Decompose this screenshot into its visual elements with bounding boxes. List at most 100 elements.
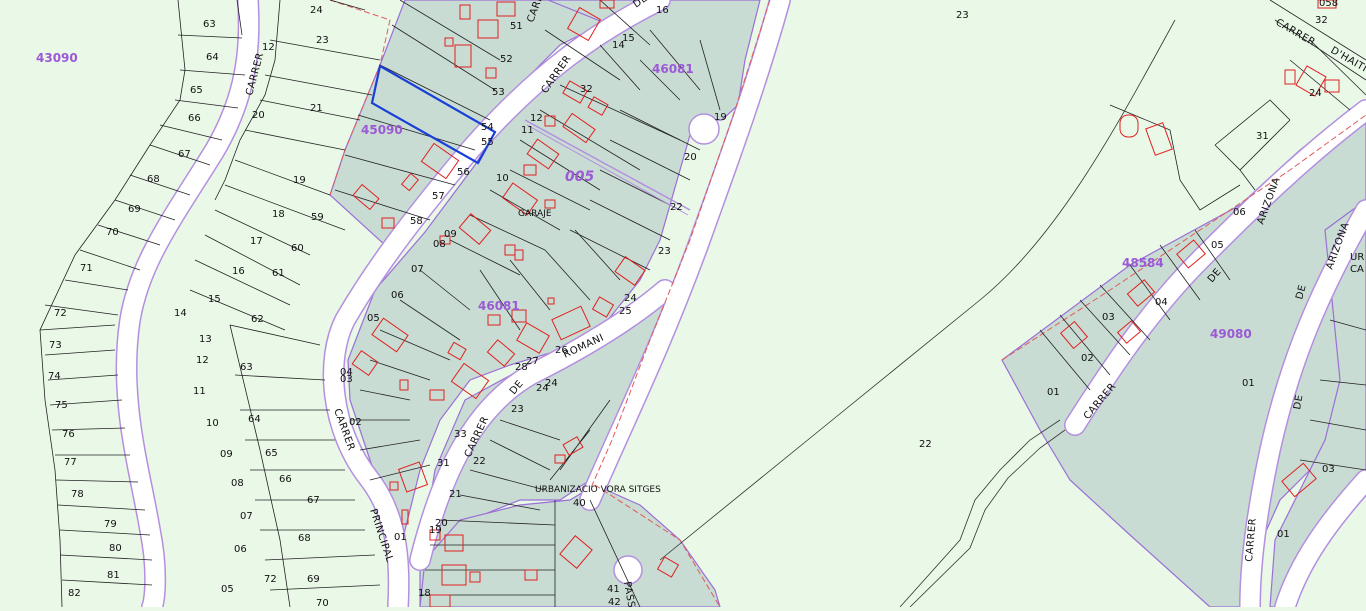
parcel-number: 80 xyxy=(109,543,122,554)
map-canvas[interactable]: 43090 45090 46081 46081 005 48584 49080 … xyxy=(0,0,1366,607)
parcel-number: 09 xyxy=(444,229,457,240)
parcel-number: 53 xyxy=(492,87,505,98)
parcel-number: 07 xyxy=(411,264,424,275)
district-label: 005 xyxy=(565,169,594,185)
parcel-number: 24 xyxy=(310,5,323,16)
parcel-number: 23 xyxy=(658,246,671,257)
parcel-number: 21 xyxy=(449,489,462,500)
street-label: D'HAITI xyxy=(1329,45,1366,75)
parcel-number: 03 xyxy=(1322,464,1335,475)
parcel-number: 65 xyxy=(190,85,203,96)
parcel-number: 70 xyxy=(106,227,119,238)
parcel-number: 76 xyxy=(62,429,75,440)
parcel-number: 13 xyxy=(199,334,212,345)
district-label: 43090 xyxy=(36,51,78,65)
parcel-number: 79 xyxy=(104,519,117,530)
parcel-number: 60 xyxy=(291,243,304,254)
parcel-number: 68 xyxy=(298,533,311,544)
parcel-number: 72 xyxy=(264,574,277,585)
parcel-number: 22 xyxy=(473,456,486,467)
parcel-number: 77 xyxy=(64,457,77,468)
parcel-number: 01 xyxy=(394,532,407,543)
parcel-number: 54 xyxy=(481,122,494,133)
parcel-number: 10 xyxy=(206,418,219,429)
parcel-number: 18 xyxy=(418,588,431,599)
district-label: 46081 xyxy=(652,62,694,76)
parcel-number: 74 xyxy=(48,371,61,382)
parcel-number: 06 xyxy=(1233,207,1246,218)
parcel-number: 51 xyxy=(510,21,523,32)
parcel-number: 20 xyxy=(684,152,697,163)
parcel-number: 31 xyxy=(1256,131,1269,142)
parcel-number: 33 xyxy=(454,429,467,440)
parcel-number: 05 xyxy=(221,584,234,595)
parcel-number: 05 xyxy=(367,313,380,324)
parcel-number: 64 xyxy=(206,52,219,63)
parcel-number: 11 xyxy=(521,125,534,136)
parcel-number: 65 xyxy=(265,448,278,459)
parcel-number: 14 xyxy=(174,308,187,319)
parcel-number: 22 xyxy=(670,202,683,213)
parcel-number: 12 xyxy=(530,113,543,124)
parcel-number: 56 xyxy=(457,167,470,178)
parcel-number: 40 xyxy=(573,498,586,509)
parcel-number: 57 xyxy=(432,191,445,202)
parcel-number: 15 xyxy=(208,294,221,305)
parcel-number: 08 xyxy=(433,239,446,250)
parcel-number: 18 xyxy=(272,209,285,220)
parcel-number: 66 xyxy=(188,113,201,124)
parcel-number: 20 xyxy=(252,110,265,121)
parcel-number: 23 xyxy=(511,404,524,415)
parcel-number: 63 xyxy=(203,19,216,30)
district-label: 45090 xyxy=(361,123,403,137)
parcel-number: 69 xyxy=(307,574,320,585)
parcel-number: 78 xyxy=(71,489,84,500)
parcel-number: 66 xyxy=(279,474,292,485)
parcel-number: 31 xyxy=(437,458,450,469)
parcel-number: 01 xyxy=(1277,529,1290,540)
parcel-number: 23 xyxy=(316,35,329,46)
parcel-number: 27 xyxy=(526,356,539,367)
parcel-number: 58 xyxy=(410,216,423,227)
parcel-number: 06 xyxy=(391,290,404,301)
parcel-number: 12 xyxy=(196,355,209,366)
parcel-number: 03 xyxy=(1102,312,1115,323)
parcel-number: 19 xyxy=(293,175,306,186)
parcel-number: 24 xyxy=(624,293,637,304)
parcel-number: 32 xyxy=(1315,15,1328,26)
parcel-number: 64 xyxy=(248,414,261,425)
parcel-number: 21 xyxy=(310,103,323,114)
parcel-number: 73 xyxy=(49,340,62,351)
parcel-number: 04 xyxy=(1155,297,1168,308)
parcel-number: 82 xyxy=(68,588,81,599)
parcel-number: 12 xyxy=(262,42,275,53)
parcel-number: 55 xyxy=(481,137,494,148)
parcel-number: 67 xyxy=(178,149,191,160)
parcel-number: 28 xyxy=(515,362,528,373)
parcel-number: 72 xyxy=(54,308,67,319)
parcel-number: 10 xyxy=(496,173,509,184)
parcel-number: 70 xyxy=(316,598,329,607)
parcel-number: 24 xyxy=(536,383,549,394)
parcel-number: 05 xyxy=(1211,240,1224,251)
cadastral-map[interactable]: 43090 45090 46081 46081 005 48584 49080 … xyxy=(0,0,1366,607)
parcel-number: 02 xyxy=(1081,353,1094,364)
parcel-number: 17 xyxy=(250,236,263,247)
parcel-number: 09 xyxy=(220,449,233,460)
parcel-number: 06 xyxy=(234,544,247,555)
parcel-number: 32 xyxy=(580,84,593,95)
place-label: GARAJE xyxy=(518,209,552,219)
parcel-number: 01 xyxy=(1242,378,1255,389)
parcel-number: 16 xyxy=(232,266,245,277)
parcel-number: 59 xyxy=(311,212,324,223)
street-label: CARRER xyxy=(1274,17,1318,49)
parcel-number: 058 xyxy=(1319,0,1338,9)
parcel-number: 24 xyxy=(1309,88,1322,99)
parcel-number: 08 xyxy=(231,478,244,489)
parcel-number: 81 xyxy=(107,570,120,581)
parcel-number: 62 xyxy=(251,314,264,325)
district-label: 46081 xyxy=(478,299,520,313)
parcel-number: 23 xyxy=(956,10,969,21)
parcel-number: 41 xyxy=(607,584,620,595)
parcel-number: 52 xyxy=(500,54,513,65)
